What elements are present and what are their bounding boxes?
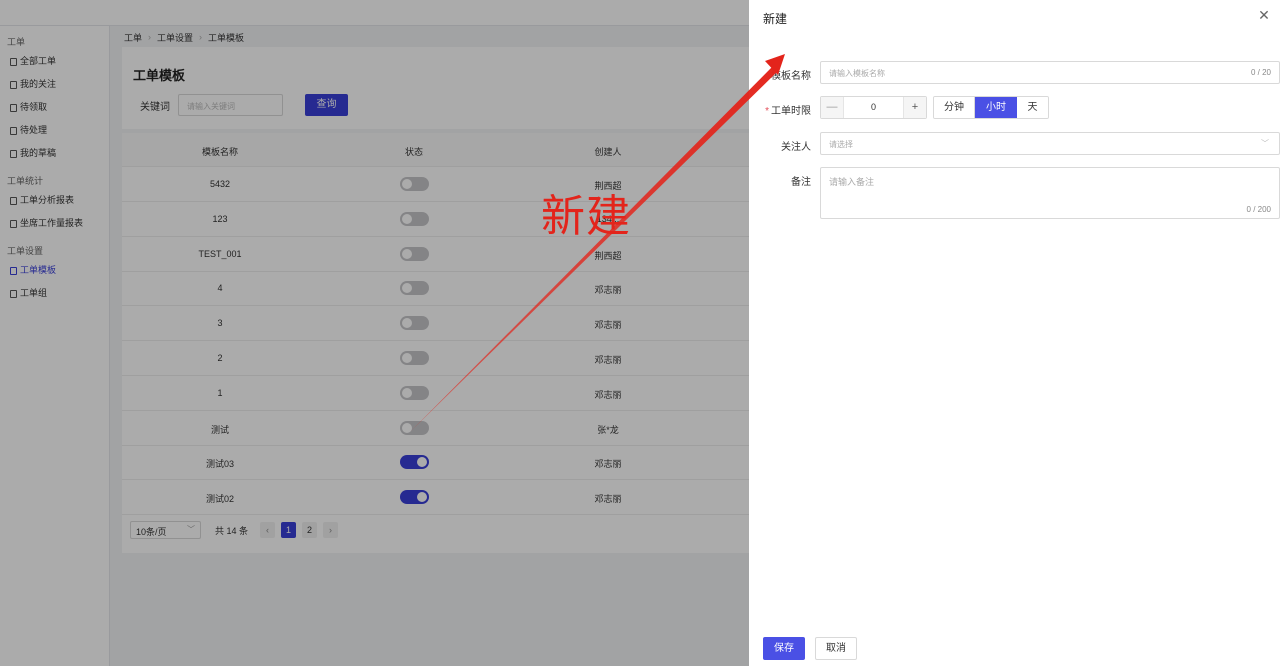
save-button[interactable]: 保存 <box>763 637 805 660</box>
unit-minute-button[interactable]: 分钟 <box>934 97 975 118</box>
cancel-button[interactable]: 取消 <box>815 637 857 660</box>
drawer-title: 新建 <box>763 12 788 26</box>
new-template-drawer: 新建 ✕ 模板名称 请输入模板名称 0 / 20 * 工单时限 — 0 + 分钟 … <box>749 0 1280 666</box>
required-mark: * <box>765 106 769 117</box>
close-icon[interactable]: ✕ <box>1257 8 1271 22</box>
unit-hour-button[interactable]: 小时 <box>975 97 1017 118</box>
decrement-button[interactable]: — <box>821 97 844 118</box>
time-limit-value[interactable]: 0 <box>844 97 903 118</box>
annotation-label: 新建 <box>541 191 631 242</box>
remark-label: 备注 <box>791 177 811 188</box>
chevron-down-icon: ﹀ <box>1261 139 1269 148</box>
template-name-counter: 0 / 20 <box>1250 68 1271 77</box>
followers-label: 关注人 <box>781 142 811 153</box>
time-limit-label: * 工单时限 <box>765 106 811 117</box>
time-unit-selector: 分钟 小时 天 <box>933 96 1049 119</box>
remark-placeholder: 请输入备注 <box>829 177 875 187</box>
template-name-input[interactable]: 请输入模板名称 0 / 20 <box>820 61 1280 84</box>
followers-placeholder: 请选择 <box>829 140 853 149</box>
unit-day-button[interactable]: 天 <box>1017 97 1048 118</box>
followers-select[interactable]: 请选择 ﹀ <box>820 132 1280 155</box>
template-name-label: 模板名称 <box>771 71 811 82</box>
increment-button[interactable]: + <box>903 97 926 118</box>
remark-counter: 0 / 200 <box>1246 205 1271 214</box>
template-name-placeholder: 请输入模板名称 <box>829 69 885 78</box>
remark-textarea[interactable]: 请输入备注 0 / 200 <box>820 167 1280 219</box>
time-limit-stepper: — 0 + <box>820 96 927 119</box>
